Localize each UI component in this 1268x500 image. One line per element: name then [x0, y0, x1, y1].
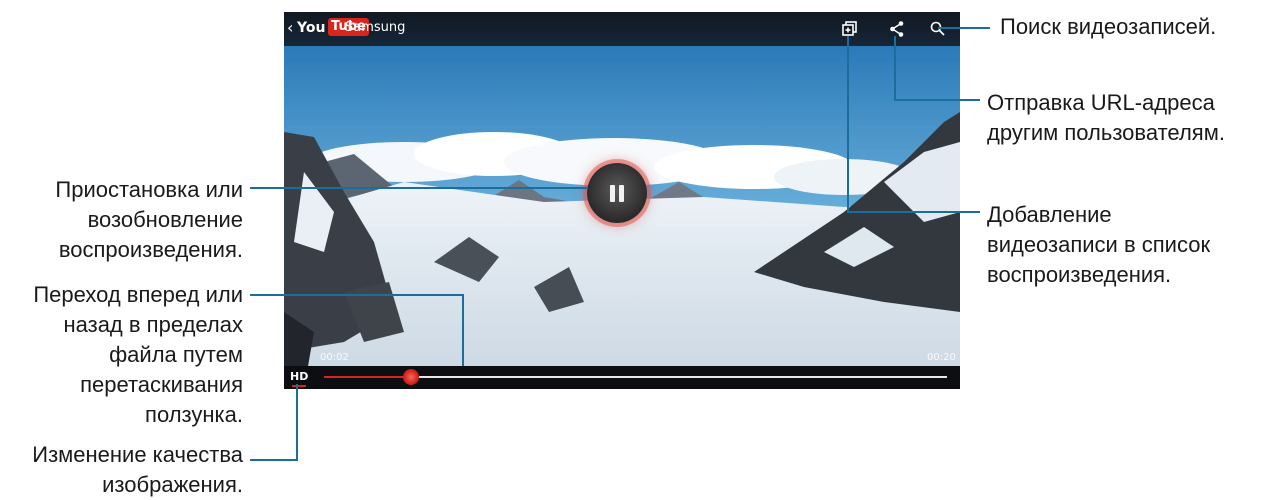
- callout-line: Поиск видеозаписей.: [1000, 14, 1217, 39]
- total-time: 00:20: [927, 352, 956, 363]
- callout-line: Добавление: [987, 202, 1112, 227]
- callout-line: назад в пределах: [63, 312, 243, 337]
- leader-quality: [250, 384, 298, 461]
- callout-line: Приостановка или: [55, 177, 243, 202]
- bottom-bar: HD: [284, 366, 960, 389]
- search-icon[interactable]: [929, 20, 947, 38]
- callout-line: Отправка URL-адреса: [987, 90, 1215, 115]
- callout-search: Поиск видеозаписей.: [1000, 12, 1216, 42]
- hd-quality-button[interactable]: HD: [290, 371, 308, 383]
- channel-name: Samsung: [345, 20, 406, 35]
- hd-quality-indicator: [292, 385, 306, 387]
- add-to-playlist-icon[interactable]: [841, 20, 859, 38]
- callout-line: воспроизведения.: [58, 237, 243, 262]
- callout-quality: Изменение качества изображения.: [32, 440, 243, 500]
- pause-icon: [619, 185, 624, 202]
- elapsed-time: 00:02: [320, 352, 349, 363]
- callout-line: воспроизведения.: [987, 262, 1172, 287]
- callout-share: Отправка URL-адреса другим пользователям…: [987, 88, 1225, 148]
- callout-line: перетаскивания: [80, 372, 243, 397]
- seek-bar-thumb[interactable]: [403, 369, 419, 385]
- callout-line: ползунка.: [145, 402, 243, 427]
- callout-line: Изменение качества: [32, 442, 243, 467]
- callout-seek: Переход вперед или назад в пределах файл…: [33, 280, 243, 430]
- callout-line: другим пользователям.: [987, 120, 1225, 145]
- callout-line: изображения.: [102, 472, 243, 497]
- youtube-logo-you: You: [297, 20, 326, 36]
- pause-button[interactable]: [587, 163, 647, 223]
- back-button[interactable]: ‹: [287, 19, 293, 37]
- top-bar: ‹ You Tube Samsung: [284, 12, 960, 46]
- share-icon[interactable]: [888, 20, 906, 38]
- callout-line: файла путем: [109, 342, 243, 367]
- seek-bar-progress: [324, 376, 411, 378]
- pause-icon: [610, 185, 615, 202]
- callout-playlist: Добавление видеозаписи в список воспроиз…: [987, 200, 1210, 290]
- callout-line: видеозаписи в список: [987, 232, 1211, 257]
- callout-pause: Приостановка или возобновление воспроизв…: [55, 175, 243, 265]
- callout-line: возобновление: [87, 207, 243, 232]
- video-player[interactable]: ‹ You Tube Samsung 00:02 00:20 HD: [284, 12, 960, 389]
- callout-line: Переход вперед или: [33, 282, 243, 307]
